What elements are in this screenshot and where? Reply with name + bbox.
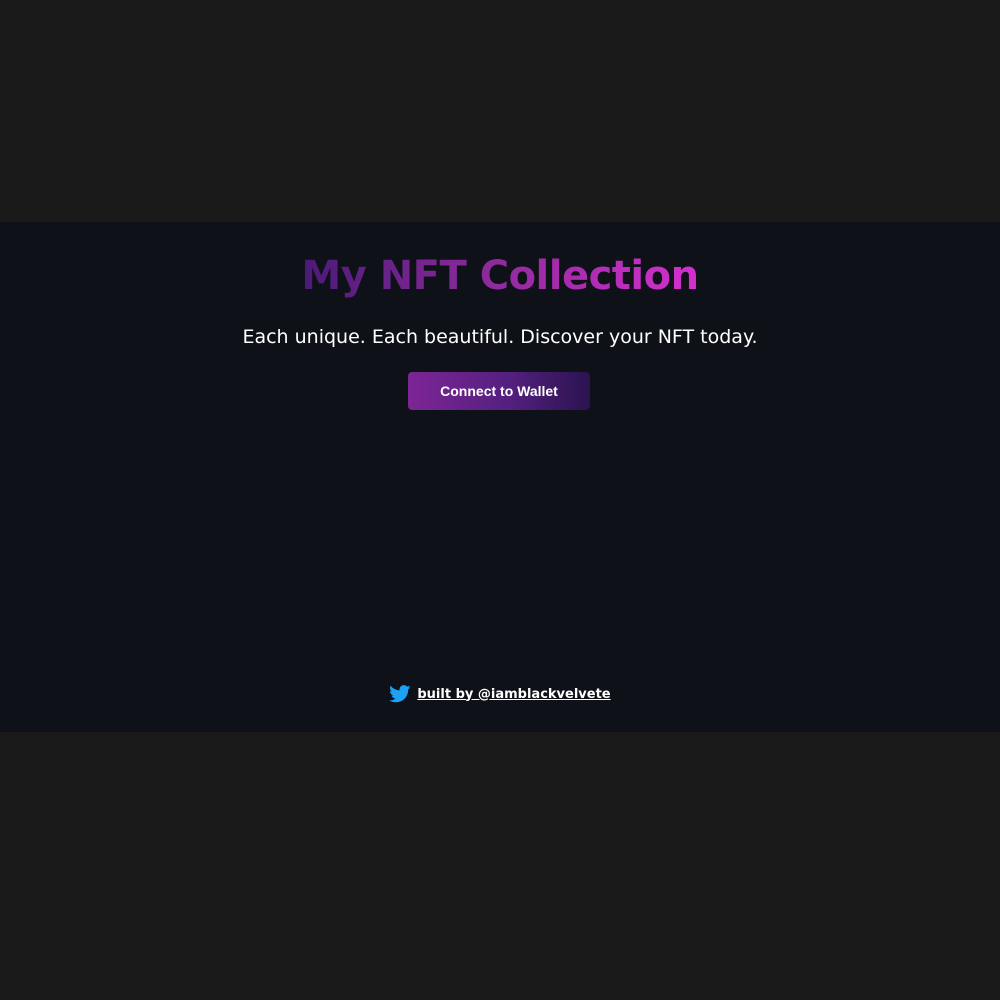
footer-author-link[interactable]: built by @iamblackvelvete [417,687,610,702]
page-title-text: My NFT Collection [301,253,699,299]
footer: built by @iamblackvelvete [0,682,1000,706]
connect-wallet-button[interactable]: Connect to Wallet [408,372,590,410]
app-container: My NFT Collection Each unique. Each beau… [0,222,1000,732]
page-subtitle: Each unique. Each beautiful. Discover yo… [242,326,758,348]
twitter-icon [389,685,411,703]
page-title: My NFT Collection [0,250,1000,302]
